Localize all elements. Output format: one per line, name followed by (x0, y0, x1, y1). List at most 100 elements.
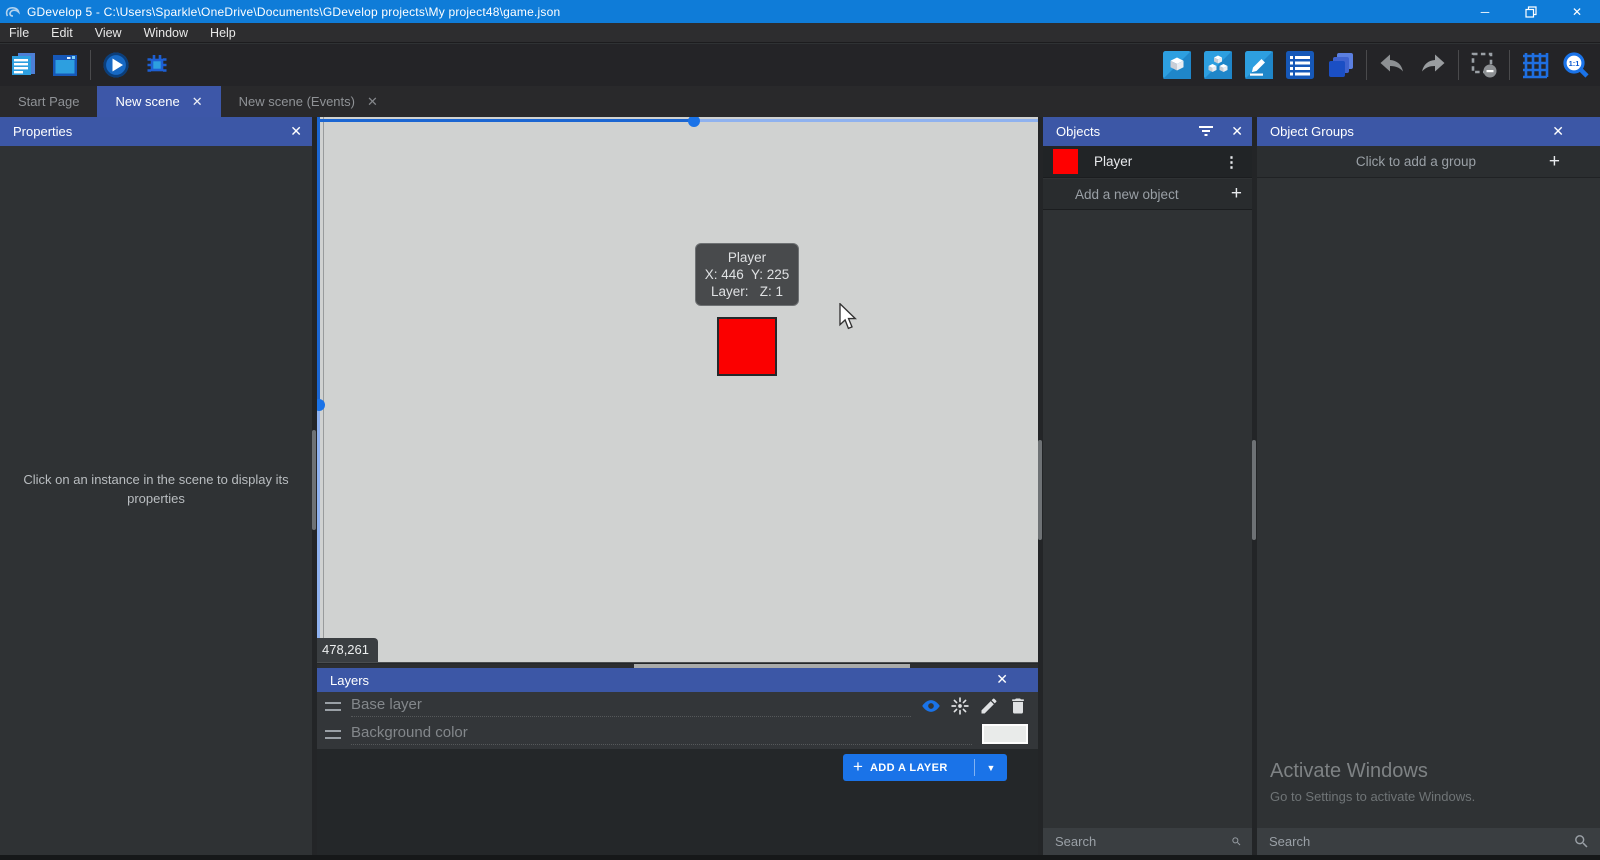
clear-selection-icon[interactable] (1470, 51, 1498, 79)
filter-icon[interactable] (1198, 124, 1214, 138)
close-tab-icon[interactable]: ✕ (367, 94, 378, 110)
chevron-down-icon[interactable]: ▼ (975, 763, 1007, 773)
objects-search-bar (1043, 828, 1252, 855)
object-groups-panel-icon[interactable] (1204, 51, 1232, 79)
layer-name-field[interactable]: Base layer (351, 696, 911, 717)
plus-icon: + (1549, 151, 1560, 173)
objects-search-input[interactable] (1043, 834, 1231, 849)
object-list-item-player[interactable]: Player ⋮ (1043, 146, 1252, 178)
svg-text:1:1: 1:1 (1569, 59, 1580, 68)
game-window-border-left (317, 117, 320, 405)
menu-help[interactable]: Help (210, 26, 236, 40)
activate-windows-watermark: Activate Windows Go to Settings to activ… (1270, 760, 1475, 804)
objects-panel-header: Objects ✕ (1043, 117, 1252, 146)
player-instance[interactable] (717, 317, 777, 376)
panel-title: Object Groups (1270, 124, 1354, 139)
panel-title: Properties (13, 124, 72, 139)
layer-edit-icon[interactable] (979, 696, 999, 716)
groups-search-bar (1257, 828, 1600, 855)
restore-icon[interactable] (1508, 0, 1554, 23)
layers-panel-icon[interactable] (1327, 51, 1355, 79)
undo-icon[interactable] (1378, 51, 1406, 79)
close-panel-icon[interactable]: ✕ (290, 123, 302, 140)
menu-bar: File Edit View Window Help (0, 23, 1600, 43)
object-name: Player (1094, 154, 1224, 169)
layer-visibility-icon[interactable] (921, 696, 941, 716)
tab-label: New scene (115, 94, 179, 109)
window-title: GDevelop 5 - C:\Users\Sparkle\OneDrive\D… (27, 5, 560, 19)
instance-tooltip: Player X: 446 Y: 225 Layer: Z: 1 (695, 243, 799, 306)
plus-icon: + (853, 757, 863, 777)
instances-list-icon[interactable] (1286, 51, 1314, 79)
zoom-1-1-icon[interactable]: 1:1 (1562, 51, 1590, 79)
panel-title: Objects (1056, 124, 1100, 139)
tab-bar: Start Page New scene ✕ New scene (Events… (0, 86, 1600, 117)
menu-window[interactable]: Window (144, 26, 188, 40)
tooltip-layer: Layer: Z: 1 (700, 283, 794, 300)
close-tab-icon[interactable]: ✕ (192, 94, 203, 110)
background-color-label: Background color (351, 724, 972, 745)
add-group-button[interactable]: Click to add a group + (1257, 146, 1600, 178)
debug-icon[interactable] (143, 51, 171, 79)
drag-handle-icon[interactable] (325, 702, 341, 711)
minimize-icon[interactable]: ─ (1462, 0, 1508, 23)
toolbar-separator (1458, 50, 1459, 80)
drag-handle-icon[interactable] (325, 730, 341, 739)
play-preview-icon[interactable] (102, 51, 130, 79)
tab-label: New scene (Events) (239, 94, 355, 109)
project-manager-icon[interactable] (10, 51, 38, 79)
panel-title: Layers (330, 673, 369, 688)
layer-effects-icon[interactable] (950, 696, 970, 716)
tooltip-position: X: 446 Y: 225 (700, 266, 794, 283)
close-panel-icon[interactable]: ✕ (1552, 123, 1564, 140)
tab-new-scene-events[interactable]: New scene (Events) ✕ (221, 86, 396, 117)
objects-panel: Objects ✕ Player ⋮ Add a new object + (1043, 117, 1252, 860)
tab-start-page[interactable]: Start Page (0, 86, 97, 117)
toolbar: 1:1 (0, 44, 1600, 86)
tab-label: Start Page (18, 94, 79, 109)
scene-origin-line (323, 117, 324, 662)
background-color-swatch[interactable] (982, 724, 1028, 744)
object-menu-icon[interactable]: ⋮ (1224, 153, 1240, 171)
groups-search-input[interactable] (1257, 834, 1573, 849)
layer-row-base[interactable]: Base layer (317, 692, 1038, 720)
layer-row-background[interactable]: Background color (317, 720, 1038, 748)
add-object-button[interactable]: Add a new object + (1043, 179, 1252, 210)
add-layer-button[interactable]: + ADD A LAYER ▼ (843, 754, 1007, 781)
scene-editor: Player X: 446 Y: 225 Layer: Z: 1 478,261… (317, 117, 1038, 860)
window-bottom-edge (0, 855, 1600, 860)
grid-icon[interactable] (1521, 51, 1549, 79)
close-panel-icon[interactable]: ✕ (996, 671, 1008, 688)
watermark-title: Activate Windows (1270, 760, 1475, 783)
add-group-label: Click to add a group (1257, 154, 1549, 169)
menu-file[interactable]: File (9, 26, 29, 40)
redo-icon[interactable] (1419, 51, 1447, 79)
properties-panel-header: Properties ✕ (0, 117, 312, 146)
add-object-label: Add a new object (1075, 187, 1231, 202)
object-thumbnail (1053, 149, 1078, 174)
plus-icon: + (1231, 183, 1242, 205)
tab-new-scene[interactable]: New scene ✕ (97, 86, 220, 117)
preview-window-icon[interactable] (51, 51, 79, 79)
objects-panel-icon[interactable] (1163, 51, 1191, 79)
mouse-cursor (838, 303, 857, 330)
scene-canvas[interactable]: Player X: 446 Y: 225 Layer: Z: 1 478,261 (317, 117, 1038, 663)
close-window-icon[interactable]: ✕ (1554, 0, 1600, 23)
layers-panel: Layers ✕ Base layer (317, 668, 1038, 860)
game-window-border-top-light (694, 119, 1038, 122)
search-icon (1231, 833, 1242, 850)
title-bar: GDevelop 5 - C:\Users\Sparkle\OneDrive\D… (0, 0, 1600, 23)
window-resize-handle[interactable] (688, 117, 700, 127)
game-window-border-left-light (317, 405, 320, 663)
gdevelop-logo-icon (5, 5, 21, 19)
menu-view[interactable]: View (95, 26, 122, 40)
add-layer-label: ADD A LAYER (870, 762, 974, 774)
close-panel-icon[interactable]: ✕ (1231, 123, 1243, 140)
scene-properties-icon[interactable] (1245, 51, 1273, 79)
layer-delete-icon[interactable] (1008, 696, 1028, 716)
cursor-coordinates: 478,261 (317, 638, 378, 662)
object-groups-panel-header: Object Groups ✕ (1257, 117, 1600, 146)
menu-edit[interactable]: Edit (51, 26, 73, 40)
gdevelop-window: GDevelop 5 - C:\Users\Sparkle\OneDrive\D… (0, 0, 1600, 860)
toolbar-separator (1509, 50, 1510, 80)
